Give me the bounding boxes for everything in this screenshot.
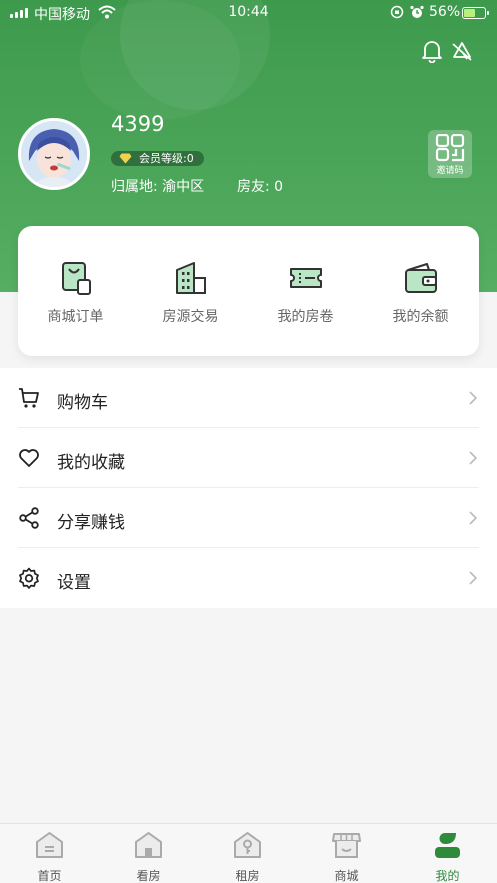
house-view-icon [135, 832, 162, 858]
menu-item-label: 分享赚钱 [57, 513, 125, 533]
menu-item-favorites[interactable]: 我的收藏 [0, 428, 497, 488]
menu-item-label: 我的收藏 [57, 453, 125, 473]
tab-label: 商城 [334, 869, 359, 883]
location-text: 归属地: 渝中区 [111, 179, 205, 195]
battery-percent: 56% [429, 4, 461, 20]
mute-message-icon[interactable] [451, 39, 473, 63]
diamond-icon [119, 153, 132, 164]
member-level-badge: 会员等级:0 [111, 151, 204, 166]
quick-actions-card: 商城订单 房源交易 我的房卷 我的余额 [18, 226, 479, 356]
profile-icon [435, 833, 460, 858]
quick-item-label: 房源交易 [162, 309, 219, 325]
tab-label: 租房 [235, 869, 260, 883]
member-level-label: 会员等级:0 [139, 152, 194, 165]
chevron-right-icon [469, 391, 477, 405]
quick-item-property-trade[interactable]: 房源交易 [133, 260, 248, 326]
tab-mall[interactable]: 商城 [297, 824, 396, 883]
gear-icon [19, 567, 39, 589]
tab-mine[interactable]: 我的 [398, 824, 497, 883]
tab-label: 看房 [136, 869, 161, 883]
heart-icon [19, 449, 39, 467]
quick-item-label: 我的余额 [392, 309, 449, 325]
bottom-tab-bar: 首页 看房 租房 商城 我的 [0, 823, 497, 883]
qr-code-icon [435, 133, 465, 162]
battery-icon [462, 7, 489, 19]
menu-item-cart[interactable]: 购物车 [0, 368, 497, 428]
invite-label: 邀请码 [436, 166, 464, 176]
menu-item-share-earn[interactable]: 分享赚钱 [0, 488, 497, 548]
chevron-right-icon [469, 511, 477, 525]
alarm-icon [410, 5, 424, 18]
bell-icon[interactable] [421, 39, 443, 63]
quick-item-label: 商城订单 [47, 309, 104, 325]
username: 4399 [111, 112, 165, 136]
ticket-icon [289, 268, 322, 288]
shopping-bag-icon [61, 262, 91, 295]
settings-menu: 购物车 我的收藏 分享赚钱 设置 [0, 368, 497, 608]
friends-count: 房友: 0 [237, 179, 284, 195]
tab-label: 我的 [435, 869, 460, 883]
tab-view-house[interactable]: 看房 [99, 824, 198, 883]
avatar[interactable] [18, 118, 90, 190]
tab-rent[interactable]: 租房 [198, 824, 297, 883]
status-bar: 中国移动 10:44 56% [0, 0, 497, 26]
key-icon [234, 832, 261, 858]
share-icon [19, 507, 39, 529]
menu-item-label: 设置 [57, 573, 91, 593]
invite-code-button[interactable]: 邀请码 [428, 130, 472, 178]
quick-item-label: 我的房卷 [277, 309, 334, 325]
rotation-lock-icon [390, 5, 404, 19]
chevron-right-icon [469, 571, 477, 585]
quick-item-my-balance[interactable]: 我的余额 [363, 260, 478, 326]
tab-home[interactable]: 首页 [0, 824, 99, 883]
menu-item-settings[interactable]: 设置 [0, 548, 497, 608]
quick-item-my-vouchers[interactable]: 我的房卷 [248, 260, 363, 326]
building-icon [175, 262, 206, 294]
quick-item-mall-orders[interactable]: 商城订单 [18, 260, 133, 326]
cart-icon [19, 388, 39, 408]
tab-label: 首页 [37, 869, 62, 883]
store-icon [332, 833, 361, 858]
chevron-right-icon [469, 451, 477, 465]
home-icon [36, 832, 63, 858]
wallet-icon [404, 263, 437, 293]
menu-item-label: 购物车 [57, 393, 108, 413]
